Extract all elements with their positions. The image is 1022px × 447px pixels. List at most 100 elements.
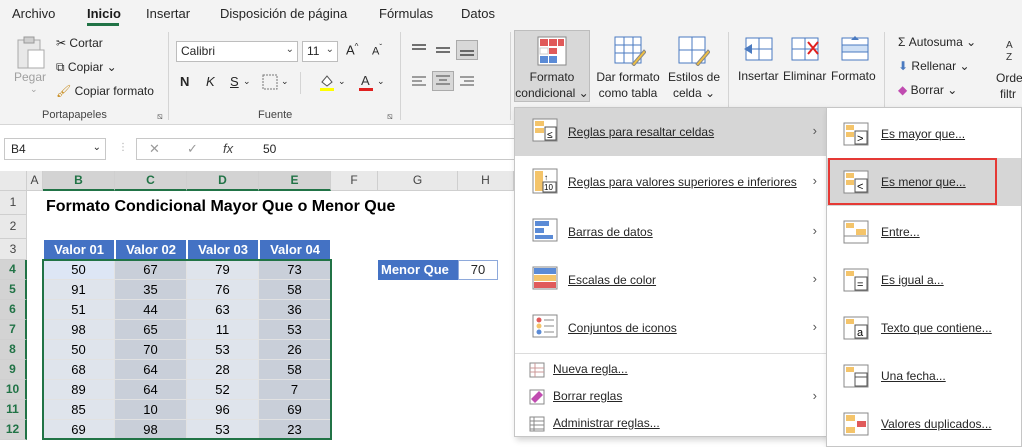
align-middle-icon[interactable] xyxy=(434,42,452,61)
table-cell[interactable]: 58 xyxy=(259,360,331,380)
paste-icon[interactable] xyxy=(14,36,46,73)
table-cell[interactable]: 36 xyxy=(259,300,331,320)
table-header[interactable]: Valor 03 xyxy=(187,239,259,260)
clipboard-launcher-icon[interactable]: ⧅ xyxy=(157,111,163,122)
clear-button[interactable]: ◆ Borrar ⌄ xyxy=(898,83,957,97)
tab-formulas[interactable]: Fórmulas xyxy=(379,6,433,21)
copy-button[interactable]: ⧉ Copiar ⌄ xyxy=(56,60,117,75)
table-cell[interactable]: 53 xyxy=(259,320,331,340)
row-header[interactable]: 8 xyxy=(0,340,27,360)
row-header[interactable]: 3 xyxy=(0,239,27,260)
table-cell[interactable]: 64 xyxy=(115,360,187,380)
submenu-item-greater-than[interactable]: > Es mayor que... xyxy=(827,110,1021,158)
column-header[interactable]: E xyxy=(259,171,331,191)
submenu-item-between[interactable]: Entre... xyxy=(827,208,1021,256)
menor-que-value[interactable]: 70 xyxy=(458,260,498,280)
row-header[interactable]: 2 xyxy=(0,215,27,239)
column-header[interactable]: H xyxy=(458,171,514,191)
table-cell[interactable]: 35 xyxy=(115,280,187,300)
table-cell[interactable]: 26 xyxy=(259,340,331,360)
column-header[interactable]: B xyxy=(43,171,115,191)
table-cell[interactable]: 58 xyxy=(259,280,331,300)
table-cell[interactable]: 63 xyxy=(187,300,259,320)
table-cell[interactable]: 44 xyxy=(115,300,187,320)
cancel-icon[interactable]: ✕ xyxy=(149,141,160,157)
sort-filter-label-2[interactable]: filtr xyxy=(1000,87,1016,101)
table-cell[interactable]: 50 xyxy=(43,340,115,360)
table-cell[interactable]: 53 xyxy=(187,340,259,360)
table-cell[interactable]: 76 xyxy=(187,280,259,300)
table-cell[interactable]: 69 xyxy=(43,420,115,440)
align-bottom-icon[interactable] xyxy=(456,40,478,60)
font-color-icon[interactable]: A xyxy=(357,72,375,95)
tab-archivo[interactable]: Archivo xyxy=(12,6,55,21)
sort-filter-icon[interactable]: AZ xyxy=(1004,36,1022,67)
insert-button[interactable]: Insertar xyxy=(738,69,779,83)
table-cell[interactable]: 7 xyxy=(259,380,331,400)
table-cell[interactable]: 73 xyxy=(259,260,331,280)
fill-color-icon[interactable] xyxy=(318,72,336,95)
row-header[interactable]: 6 xyxy=(0,300,27,320)
font-launcher-icon[interactable]: ⧅ xyxy=(387,111,393,122)
align-center-icon[interactable] xyxy=(432,71,454,91)
formula-input[interactable]: ✕ ✓ fx 50 xyxy=(136,138,516,160)
column-header[interactable]: D xyxy=(187,171,259,191)
column-header[interactable]: A xyxy=(27,171,43,191)
table-cell[interactable]: 85 xyxy=(43,400,115,420)
row-header[interactable]: 7 xyxy=(0,320,27,340)
font-name-combo[interactable]: Calibri ⌄ xyxy=(176,41,298,62)
format-painter-button[interactable]: 🖌 Copiar formato xyxy=(56,84,154,98)
enter-icon[interactable]: ✓ xyxy=(187,141,198,157)
menor-que-label[interactable]: Menor Que xyxy=(378,260,458,280)
chevron-down-icon[interactable]: ⌄ xyxy=(338,76,346,87)
row-header[interactable]: 4 xyxy=(0,260,27,280)
chevron-down-icon[interactable]: ⌄ xyxy=(281,76,289,87)
bold-button[interactable]: N xyxy=(180,74,189,89)
cell-styles-button[interactable]: Estilos de celda ⌄ xyxy=(664,69,724,101)
align-top-icon[interactable] xyxy=(410,42,428,61)
shrink-font-button[interactable]: Aˇ xyxy=(372,43,382,58)
column-header[interactable]: F xyxy=(331,171,378,191)
column-header[interactable]: G xyxy=(378,171,458,191)
table-cell[interactable]: 23 xyxy=(259,420,331,440)
align-right-icon[interactable] xyxy=(458,74,476,93)
italic-button[interactable]: K xyxy=(206,74,215,89)
sheet-title[interactable]: Formato Condicional Mayor Que o Menor Qu… xyxy=(46,198,395,216)
row-header[interactable]: 1 xyxy=(0,191,27,215)
grow-font-button[interactable]: A^ xyxy=(346,42,358,57)
cut-button[interactable]: ✂ Cortar xyxy=(56,36,103,50)
tab-datos[interactable]: Datos xyxy=(461,6,495,21)
table-cell[interactable]: 67 xyxy=(115,260,187,280)
menu-item-top-bottom-rules[interactable]: ↑ 10 Reglas para valores superiores e inf… xyxy=(515,158,827,206)
underline-button[interactable]: S xyxy=(230,74,239,89)
table-cell[interactable]: 69 xyxy=(259,400,331,420)
paste-button[interactable]: Pegar xyxy=(14,70,46,84)
name-box[interactable]: B4 ⌄ xyxy=(4,138,106,160)
align-left-icon[interactable] xyxy=(410,74,428,93)
menu-item-new-rule[interactable]: Nueva regla... xyxy=(515,356,827,383)
table-cell[interactable]: 70 xyxy=(115,340,187,360)
chevron-down-icon[interactable]: ⌄ xyxy=(377,76,385,87)
table-cell[interactable]: 28 xyxy=(187,360,259,380)
table-header[interactable]: Valor 02 xyxy=(115,239,187,260)
table-cell[interactable]: 64 xyxy=(115,380,187,400)
menu-item-clear-rules[interactable]: Borrar reglas › xyxy=(515,383,827,410)
menu-item-highlight-rules[interactable]: ≤ Reglas para resaltar celdas › xyxy=(515,108,827,156)
table-cell[interactable]: 50 xyxy=(43,260,115,280)
table-cell[interactable]: 98 xyxy=(115,420,187,440)
tab-disposicion[interactable]: Disposición de página xyxy=(220,6,347,21)
autosum-button[interactable]: Σ Autosuma ⌄ xyxy=(898,35,976,49)
table-cell[interactable]: 53 xyxy=(187,420,259,440)
row-header[interactable]: 5 xyxy=(0,280,27,300)
table-header[interactable]: Valor 01 xyxy=(43,239,115,260)
table-cell[interactable]: 89 xyxy=(43,380,115,400)
row-header[interactable]: 9 xyxy=(0,360,27,380)
row-header[interactable]: 10 xyxy=(0,380,27,400)
table-cell[interactable]: 68 xyxy=(43,360,115,380)
fill-button[interactable]: ⬇ Rellenar ⌄ xyxy=(898,59,970,73)
select-all-corner[interactable] xyxy=(0,171,27,191)
menu-item-data-bars[interactable]: Barras de datos › xyxy=(515,208,827,256)
sort-filter-label-1[interactable]: Orde xyxy=(996,71,1022,85)
table-cell[interactable]: 65 xyxy=(115,320,187,340)
submenu-item-less-than[interactable]: < Es menor que... xyxy=(827,158,1021,206)
